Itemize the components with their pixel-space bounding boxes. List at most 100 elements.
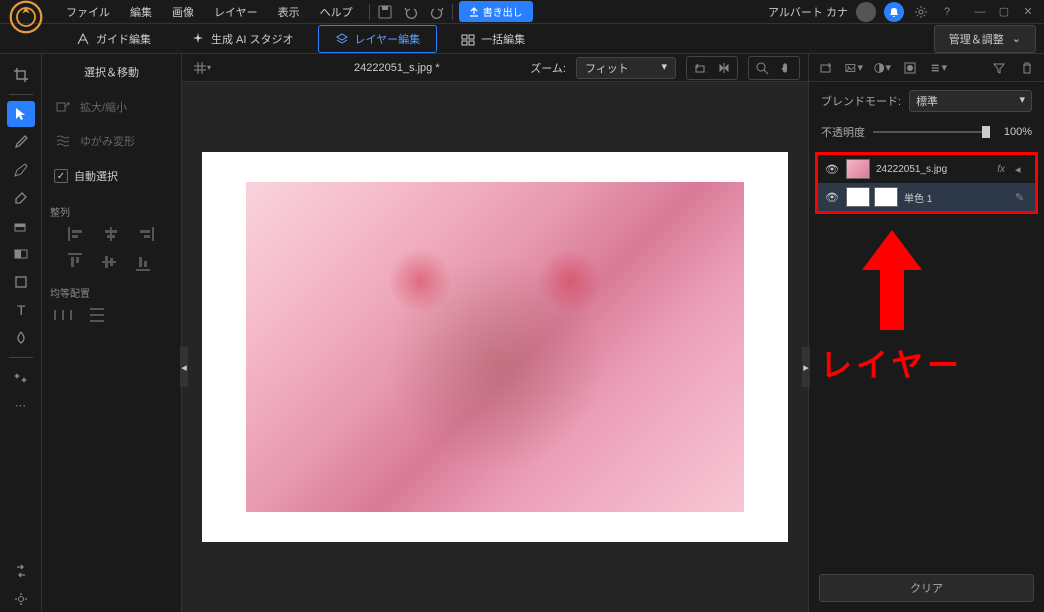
right-toolbar: ▾ ▾ ▾ (809, 54, 1044, 82)
collapse-left[interactable]: ◂ (180, 347, 188, 387)
expand-icon[interactable]: ◂ (1015, 163, 1029, 176)
align-bottom[interactable] (136, 253, 156, 271)
blur-tool[interactable] (7, 325, 35, 351)
mask-icon[interactable] (901, 59, 919, 77)
filter-icon[interactable] (990, 59, 1008, 77)
undo-icon[interactable] (402, 3, 420, 21)
menu-edit[interactable]: 編集 (120, 0, 162, 24)
autoselect-row[interactable]: 自動選択 (50, 158, 173, 194)
visibility-icon[interactable]: 👁 (824, 191, 840, 204)
help-icon[interactable]: ? (938, 3, 956, 21)
add-image-icon[interactable]: ▾ (845, 59, 863, 77)
layer-thumb (846, 187, 870, 207)
avatar[interactable] (856, 2, 876, 22)
canvas-viewport[interactable]: ◂ ▸ (182, 82, 808, 612)
gradient-tool[interactable] (7, 241, 35, 267)
swap-tool[interactable] (7, 558, 35, 584)
mode-tabs: ガイド編集 生成 AI スタジオ レイヤー編集 一括編集 管理＆調整 ⌄ (0, 24, 1044, 54)
canvas-document[interactable] (202, 152, 788, 542)
mode-ai[interactable]: 生成 AI スタジオ (175, 26, 310, 52)
fill-tool[interactable] (7, 213, 35, 239)
blend-select[interactable]: 標準 ▾ (909, 90, 1032, 112)
slider-thumb[interactable] (982, 126, 990, 138)
left-toolbar: T ⋯ (0, 54, 42, 612)
trash-icon[interactable] (1018, 59, 1036, 77)
opacity-label: 不透明度 (821, 124, 865, 140)
layer-row-1[interactable]: 👁 24222051_s.jpg fx ◂ (818, 155, 1035, 183)
more-tool[interactable]: ⋯ (7, 392, 35, 418)
visibility-icon[interactable]: 👁 (824, 163, 840, 176)
menu-layer[interactable]: レイヤー (204, 0, 268, 24)
collapse-right[interactable]: ▸ (802, 347, 810, 387)
menubar: ファイル 編集 画像 レイヤー 表示 ヘルプ 書き出し アルバート カナ ? —… (0, 0, 1044, 24)
fx-label[interactable]: fx (997, 164, 1005, 175)
zoom-select[interactable]: フィット ▾ (576, 57, 676, 79)
clear-button[interactable]: クリア (819, 574, 1034, 602)
close-button[interactable]: ✕ (1020, 4, 1036, 20)
move-tool[interactable] (7, 101, 35, 127)
text-tool[interactable]: T (7, 297, 35, 323)
notification-icon[interactable] (884, 2, 904, 22)
chevron-down-icon: ▾ (661, 60, 667, 76)
layer-mask-thumb (874, 187, 898, 207)
panel-title: 選択＆移動 (50, 60, 173, 90)
distribute-h[interactable] (54, 308, 74, 326)
menubar-right: アルバート カナ ? — ▢ ✕ (768, 2, 1036, 22)
divider (452, 4, 453, 20)
align-center-h[interactable] (102, 227, 122, 245)
opacity-value: 100% (998, 126, 1032, 138)
layer-name: 24222051_s.jpg (876, 164, 991, 175)
crop-tool[interactable] (7, 62, 35, 88)
user-name: アルバート カナ (768, 4, 848, 20)
distribute-v[interactable] (88, 308, 108, 326)
divider (369, 4, 370, 20)
zoom-item[interactable]: 拡大/縮小 (50, 90, 173, 124)
menu-view[interactable]: 表示 (268, 0, 310, 24)
hand-icon[interactable] (775, 59, 797, 77)
left-panel: 選択＆移動 拡大/縮小 ゆがみ変形 自動選択 整列 均等配置 (42, 54, 182, 612)
mode-guide[interactable]: ガイド編集 (60, 26, 167, 52)
export-button[interactable]: 書き出し (459, 1, 533, 22)
settings-tool[interactable] (7, 586, 35, 612)
effects-tool[interactable] (7, 364, 35, 390)
mode-layer[interactable]: レイヤー編集 (318, 25, 438, 53)
opacity-slider[interactable] (873, 131, 990, 133)
pencil-tool[interactable] (7, 157, 35, 183)
app-logo (8, 0, 44, 35)
opacity-row: 不透明度 100% (809, 120, 1044, 150)
align-right[interactable] (136, 227, 156, 245)
grid-button[interactable]: ▾ (190, 58, 214, 78)
align-row-1 (50, 223, 173, 249)
zoom-icon[interactable] (751, 59, 773, 77)
brush-tool[interactable] (7, 129, 35, 155)
annotation-text: レイヤー (820, 340, 963, 386)
canvas-toolbar: ▾ 24222051_s.jpg * ズーム: フィット ▾ (182, 54, 808, 82)
layer-thumb (846, 159, 870, 179)
maximize-button[interactable]: ▢ (996, 4, 1012, 20)
layer-row-2[interactable]: 👁 単色 1 ✎ (818, 183, 1035, 211)
adjustment-icon[interactable]: ▾ (873, 59, 891, 77)
warp-item[interactable]: ゆがみ変形 (50, 124, 173, 158)
autoselect-checkbox[interactable] (54, 169, 68, 183)
mode-batch[interactable]: 一括編集 (445, 26, 541, 52)
manage-button[interactable]: 管理＆調整 ⌄ (934, 25, 1036, 53)
canvas-area: ▾ 24222051_s.jpg * ズーム: フィット ▾ ◂ ▸ (182, 54, 808, 612)
edit-icon[interactable]: ✎ (1015, 191, 1029, 204)
save-icon[interactable] (376, 3, 394, 21)
eraser-tool[interactable] (7, 185, 35, 211)
align-top[interactable] (68, 253, 88, 271)
align-center-v[interactable] (102, 253, 122, 271)
menu-file[interactable]: ファイル (56, 0, 120, 24)
align-row-2 (50, 249, 173, 275)
list-icon[interactable]: ▾ (929, 59, 947, 77)
menu-image[interactable]: 画像 (162, 0, 204, 24)
settings-icon[interactable] (912, 3, 930, 21)
shape-tool[interactable] (7, 269, 35, 295)
redo-icon[interactable] (428, 3, 446, 21)
add-layer-icon[interactable] (817, 59, 835, 77)
rotate-left-icon[interactable] (689, 59, 711, 77)
align-left[interactable] (68, 227, 88, 245)
minimize-button[interactable]: — (972, 4, 988, 20)
flip-icon[interactable] (713, 59, 735, 77)
menu-help[interactable]: ヘルプ (310, 0, 363, 24)
